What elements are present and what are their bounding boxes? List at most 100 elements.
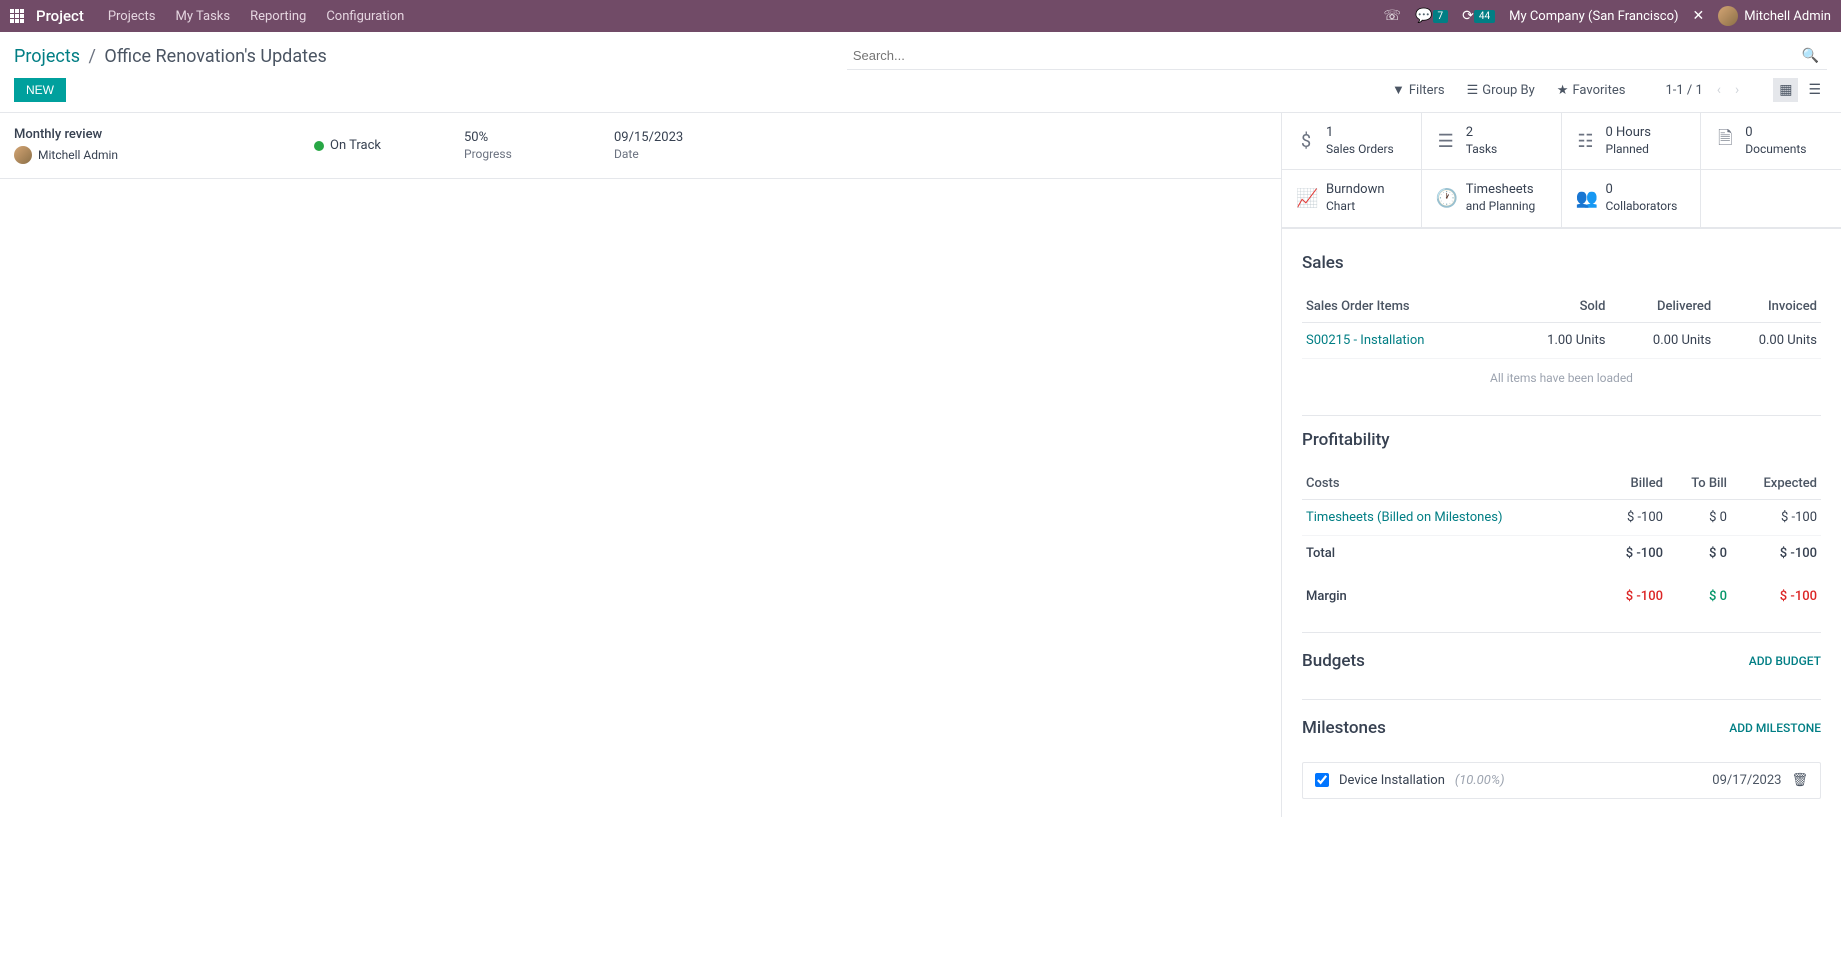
stat-collaborators[interactable]: 👥 0Collaborators <box>1562 170 1702 227</box>
th-invoiced: Invoiced <box>1715 291 1821 323</box>
people-icon: 👥 <box>1576 188 1596 209</box>
total-billed: $ -100 <box>1601 535 1667 571</box>
main: Monthly review Mitchell Admin On Track 5… <box>0 112 1841 817</box>
list-view-button[interactable]: ☰ <box>1802 78 1827 102</box>
username-label: Mitchell Admin <box>1744 9 1831 24</box>
total-expected: $ -100 <box>1731 535 1821 571</box>
stat-empty <box>1701 170 1841 227</box>
stat-tasks[interactable]: ☰ 2Tasks <box>1422 113 1562 170</box>
phone-icon[interactable]: ☏ <box>1384 8 1402 24</box>
avatar <box>1718 6 1738 26</box>
layers-icon: ☰ <box>1467 83 1479 98</box>
search-input[interactable] <box>847 42 1827 70</box>
apps-icon[interactable] <box>10 9 24 23</box>
activities-badge: 44 <box>1474 10 1495 23</box>
profitability-table: Costs Billed To Bill Expected Timesheets… <box>1302 468 1821 614</box>
company-selector[interactable]: My Company (San Francisco) <box>1509 9 1678 24</box>
messages-icon[interactable]: 💬7 <box>1415 8 1448 24</box>
th-item: Sales Order Items <box>1302 291 1504 323</box>
dollar-icon: $ <box>1296 131 1316 152</box>
breadcrumb: Projects / Office Renovation's Updates <box>14 46 327 67</box>
group-by-button[interactable]: ☰ Group By <box>1467 82 1535 98</box>
search-icon[interactable]: 🔍 <box>1802 48 1819 64</box>
stat-value: Burndown <box>1326 182 1385 199</box>
loaded-message: All items have been loaded <box>1302 359 1821 397</box>
update-row[interactable]: Monthly review Mitchell Admin On Track 5… <box>0 113 1281 179</box>
milestone-checkbox[interactable] <box>1315 773 1329 787</box>
profitability-margin-row: Margin $ -100 $ 0 $ -100 <box>1302 571 1821 614</box>
update-title: Monthly review <box>14 127 314 142</box>
status-dot-icon <box>314 141 324 151</box>
stat-label: Tasks <box>1466 142 1498 158</box>
status-label: On Track <box>330 138 381 153</box>
nav-configuration[interactable]: Configuration <box>326 9 404 24</box>
stat-value: 0 <box>1606 182 1678 199</box>
breadcrumb-sep: / <box>88 46 95 67</box>
sales-invoiced: 0.00 Units <box>1715 322 1821 358</box>
sales-sold: 1.00 Units <box>1504 322 1610 358</box>
breadcrumb-row: Projects / Office Renovation's Updates 🔍 <box>0 32 1841 74</box>
stat-sales-orders[interactable]: $ 1Sales Orders <box>1282 113 1422 170</box>
stat-value: 1 <box>1326 125 1394 142</box>
th-to-bill: To Bill <box>1667 468 1731 500</box>
stat-planned[interactable]: ☷ 0 HoursPlanned <box>1562 113 1702 170</box>
pager-next[interactable]: › <box>1735 82 1739 98</box>
activities-icon[interactable]: ⟳44 <box>1462 8 1495 24</box>
pager-text[interactable]: 1-1 / 1 <box>1665 83 1702 98</box>
th-costs: Costs <box>1302 468 1601 500</box>
author-avatar <box>14 146 32 164</box>
kanban-view-button[interactable]: ▦ <box>1773 78 1798 102</box>
stat-documents[interactable]: 🗎 0Documents <box>1701 113 1841 170</box>
margin-to-bill: $ 0 <box>1667 571 1731 614</box>
th-delivered: Delivered <box>1609 291 1715 323</box>
th-sold: Sold <box>1504 291 1610 323</box>
pager-prev[interactable]: ‹ <box>1717 82 1721 98</box>
filters-button[interactable]: ▼ Filters <box>1392 82 1445 98</box>
tools-icon[interactable]: ✕ <box>1693 8 1705 24</box>
stat-label: and Planning <box>1466 199 1535 215</box>
progress-value: 50% <box>464 130 614 145</box>
favorites-button[interactable]: ★ Favorites <box>1557 82 1626 98</box>
stat-value: 0 Hours <box>1606 125 1652 142</box>
tasks-icon: ☰ <box>1436 131 1456 152</box>
updates-list: Monthly review Mitchell Admin On Track 5… <box>0 113 1281 817</box>
user-menu[interactable]: Mitchell Admin <box>1718 6 1831 26</box>
stat-value: 0 <box>1745 125 1806 142</box>
stat-grid: $ 1Sales Orders ☰ 2Tasks ☷ 0 HoursPlanne… <box>1282 113 1841 229</box>
filter-icon: ▼ <box>1392 82 1405 98</box>
sales-item-link[interactable]: S00215 - Installation <box>1302 322 1504 358</box>
stat-label: Chart <box>1326 199 1385 215</box>
author-name: Mitchell Admin <box>38 148 118 162</box>
stat-timesheets[interactable]: 🕐 Timesheetsand Planning <box>1422 170 1562 227</box>
trash-icon[interactable]: 🗑 <box>1791 773 1808 788</box>
planned-icon: ☷ <box>1576 131 1596 152</box>
stat-burndown[interactable]: 📈 BurndownChart <box>1282 170 1422 227</box>
document-icon: 🗎 <box>1715 126 1735 156</box>
breadcrumb-projects[interactable]: Projects <box>14 46 80 67</box>
th-billed: Billed <box>1601 468 1667 500</box>
milestones-title: Milestones <box>1302 718 1386 738</box>
chart-icon: 📈 <box>1296 188 1316 209</box>
add-budget-button[interactable]: ADD BUDGET <box>1749 654 1821 668</box>
favorites-label: Favorites <box>1572 83 1625 98</box>
profitability-total-row: Total $ -100 $ 0 $ -100 <box>1302 535 1821 571</box>
profitability-item-link[interactable]: Timesheets (Billed on Milestones) <box>1302 499 1601 535</box>
nav-reporting[interactable]: Reporting <box>250 9 306 24</box>
filters-label: Filters <box>1409 83 1445 98</box>
breadcrumb-current: Office Renovation's Updates <box>104 46 326 67</box>
stat-label: Documents <box>1745 142 1806 158</box>
sales-title: Sales <box>1302 253 1821 273</box>
stat-label: Collaborators <box>1606 199 1678 215</box>
stat-value: Timesheets <box>1466 182 1535 199</box>
nav-projects[interactable]: Projects <box>108 9 156 24</box>
milestone-name: Device Installation <box>1339 773 1445 788</box>
star-icon: ★ <box>1557 83 1569 98</box>
brand-label[interactable]: Project <box>36 7 84 25</box>
nav-my-tasks[interactable]: My Tasks <box>176 9 231 24</box>
add-milestone-button[interactable]: ADD MILESTONE <box>1729 721 1821 735</box>
milestone-row[interactable]: Device Installation (10.00%) 09/17/2023 … <box>1302 762 1821 799</box>
topbar: Project Projects My Tasks Reporting Conf… <box>0 0 1841 32</box>
profitability-row[interactable]: Timesheets (Billed on Milestones) $ -100… <box>1302 499 1821 535</box>
sales-row[interactable]: S00215 - Installation 1.00 Units 0.00 Un… <box>1302 322 1821 358</box>
new-button[interactable]: NEW <box>14 78 66 102</box>
